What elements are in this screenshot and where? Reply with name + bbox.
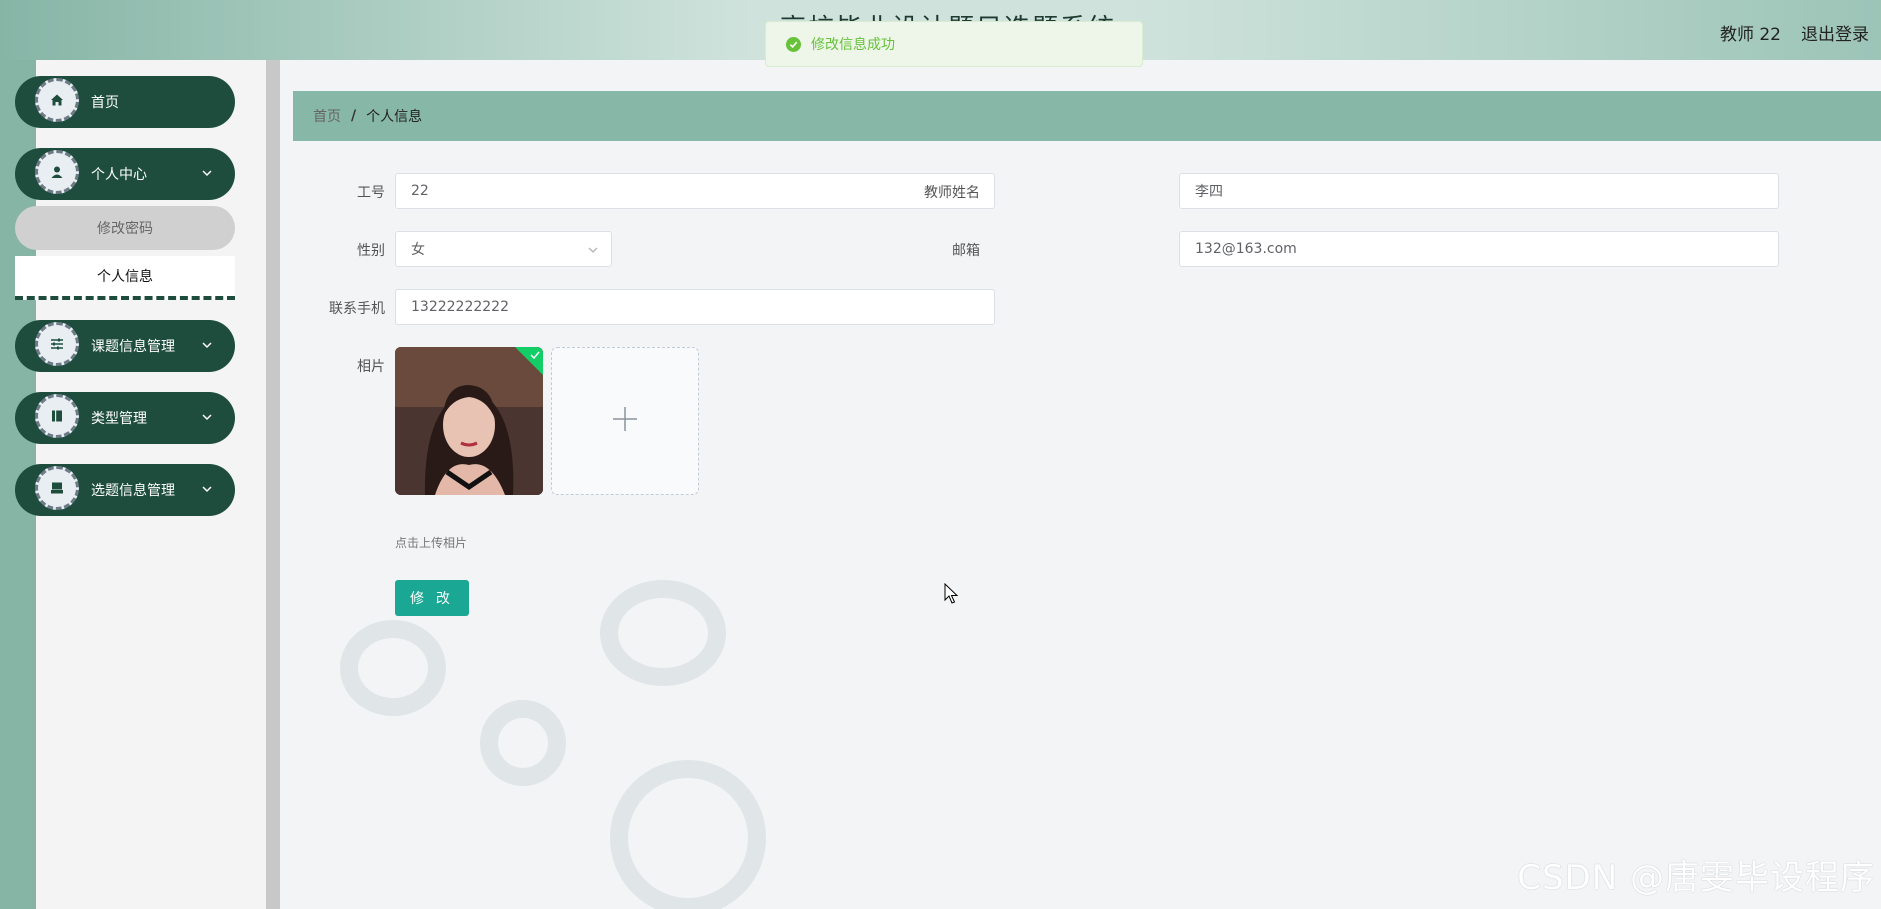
- photo-upload-button[interactable]: [551, 347, 699, 495]
- submit-button[interactable]: 修 改: [395, 580, 469, 616]
- gender-label: 性别: [357, 243, 385, 259]
- chevron-down-icon: [201, 411, 213, 427]
- background-decoration: [600, 580, 726, 686]
- work-id-label: 工号: [357, 185, 385, 201]
- gender-select[interactable]: 女: [395, 231, 612, 267]
- chevron-down-icon: [201, 339, 213, 355]
- teacher-name-field[interactable]: 李四: [1179, 173, 1779, 209]
- breadcrumb-separator: /: [351, 108, 357, 124]
- sidebar-item-topic-management[interactable]: 课题信息管理: [15, 320, 235, 372]
- sidebar-subitem-change-password[interactable]: 修改密码: [15, 206, 235, 250]
- background-decoration: [480, 700, 566, 786]
- sidebar-item-label: 课题信息管理: [91, 339, 175, 355]
- sidebar-item-personal-center[interactable]: 个人中心: [15, 148, 235, 200]
- watermark: CSDN @唐雯毕设程序: [1517, 858, 1875, 898]
- sidebar-item-label: 首页: [91, 95, 119, 111]
- gender-value: 女: [411, 242, 425, 258]
- sidebar-item-label: 个人中心: [91, 167, 147, 183]
- sidebar-item-selection-management[interactable]: 选题信息管理: [15, 464, 235, 516]
- chevron-down-icon: [201, 167, 213, 183]
- inbox-icon: [35, 466, 79, 510]
- email-field[interactable]: 132@163.com: [1179, 231, 1779, 267]
- sidebar-subitem-personal-info[interactable]: 个人信息: [15, 256, 235, 300]
- main-content: 首页 / 个人信息 工号 22 教师姓名 李四 性别 女 邮箱 132@163.…: [280, 60, 1881, 909]
- check-icon: [530, 351, 540, 360]
- sliders-icon: [35, 322, 79, 366]
- upload-hint: 点击上传相片: [395, 536, 468, 550]
- mouse-cursor-icon: [944, 582, 960, 609]
- teacher-name-label: 教师姓名: [924, 185, 980, 201]
- chevron-down-icon: [587, 244, 599, 260]
- breadcrumb-current: 个人信息: [366, 109, 423, 125]
- sidebar-item-label: 选题信息管理: [91, 483, 175, 499]
- background-decoration: [340, 620, 446, 716]
- phone-field[interactable]: 13222222222: [395, 289, 995, 325]
- phone-label: 联系手机: [329, 301, 385, 317]
- photo-label: 相片: [357, 359, 385, 375]
- chevron-down-icon: [201, 483, 213, 499]
- toast-message: 修改信息成功: [811, 37, 895, 53]
- breadcrumb: 首页 / 个人信息: [293, 91, 1881, 141]
- breadcrumb-home[interactable]: 首页: [313, 106, 341, 126]
- success-toast: 修改信息成功: [765, 21, 1143, 67]
- uploaded-photo-thumbnail[interactable]: [395, 347, 543, 495]
- sidebar-item-label: 类型管理: [91, 411, 147, 427]
- current-user-label: 教师 22: [1719, 25, 1781, 45]
- success-check-icon: [786, 36, 801, 52]
- book-icon: [35, 394, 79, 438]
- sidebar-item-type-management[interactable]: 类型管理: [15, 392, 235, 444]
- home-icon: [35, 78, 79, 122]
- plus-icon: [611, 405, 639, 437]
- logout-button[interactable]: 退出登录: [1801, 20, 1869, 45]
- sidebar-scrollbar[interactable]: [266, 60, 280, 909]
- background-decoration: [610, 760, 766, 909]
- email-label: 邮箱: [952, 243, 980, 259]
- sidebar-item-home[interactable]: 首页: [15, 76, 235, 128]
- user-icon: [35, 150, 79, 194]
